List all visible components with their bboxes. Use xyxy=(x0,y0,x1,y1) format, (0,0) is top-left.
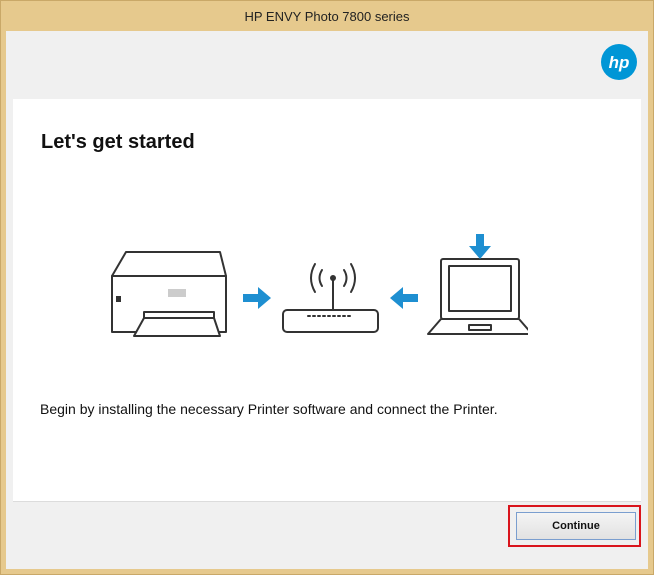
installer-window: HP ENVY Photo 7800 series hp Let's get s… xyxy=(0,0,654,575)
page-heading: Let's get started xyxy=(41,131,195,153)
content-panel: Let's get started Begin by installing th… xyxy=(13,99,641,501)
installer-frame: hp Let's get started Begin by installing… xyxy=(6,31,648,569)
page-description: Begin by installing the necessary Printe… xyxy=(40,401,498,417)
printer-icon xyxy=(111,251,227,337)
arrow-left-icon xyxy=(390,287,418,309)
laptop-icon xyxy=(427,258,528,335)
hp-logo-icon: hp xyxy=(601,44,637,80)
window-title: HP ENVY Photo 7800 series xyxy=(244,8,410,24)
footer-divider xyxy=(13,501,641,502)
wifi-router-icon xyxy=(282,263,379,333)
continue-button[interactable]: Continue xyxy=(516,512,636,540)
arrow-down-icon xyxy=(469,234,491,259)
arrow-right-icon xyxy=(243,287,271,309)
title-bar: HP ENVY Photo 7800 series xyxy=(1,1,653,31)
setup-illustration xyxy=(111,234,528,337)
hp-logo-text: hp xyxy=(609,53,630,72)
